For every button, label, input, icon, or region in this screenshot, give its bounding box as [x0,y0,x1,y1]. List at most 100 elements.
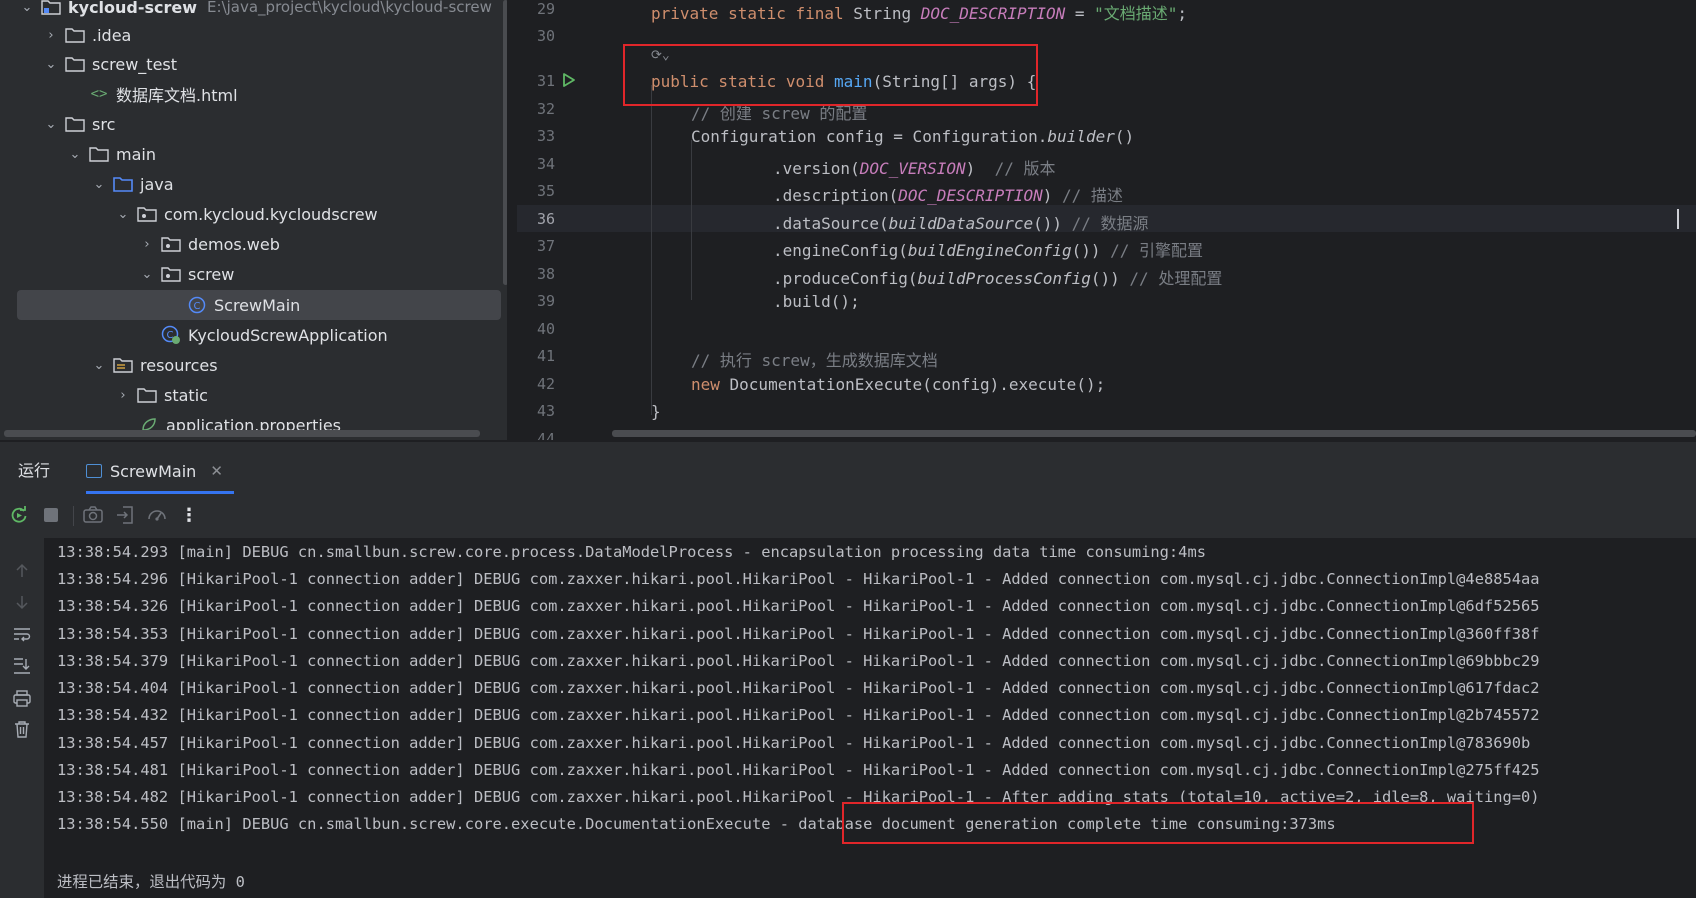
tree-item-static[interactable]: › static [0,380,500,410]
tree-item-label: 数据库文档.html [116,86,238,105]
code-string: "文档描述" [1094,4,1178,23]
chevron-right-icon[interactable]: › [42,28,60,43]
chevron-right-icon[interactable]: › [114,388,132,403]
editor-horizontal-scrollbar[interactable] [612,430,1696,437]
code-text: Configuration config = Configuration. [691,127,1048,146]
close-icon[interactable]: ✕ [210,462,223,480]
line-number: 37 [536,237,555,255]
tree-item-label: screw [188,264,235,284]
code-comment: // 描述 [1062,186,1123,205]
code-line-37: .engineConfig(buildEngineConfig()) // 引擎… [773,237,1203,261]
source-folder-icon [112,175,134,193]
line-number: 31 [536,72,555,90]
stop-icon[interactable] [40,504,62,526]
soft-wrap-icon[interactable] [11,623,33,645]
tree-vertical-scrollbar[interactable] [503,0,507,285]
tree-item-kycloud-screw[interactable]: ⌄ kycloud-screw E:\java_project\kycloud\… [0,0,500,22]
project-tool-window: ⌄ kycloud-screw E:\java_project\kycloud\… [0,0,507,440]
tree-item-label: kycloud-screw [68,0,198,17]
tree-item-resources[interactable]: ⌄ resources [0,350,500,380]
folder-icon [64,26,86,44]
tree-item-label: .idea [92,25,132,45]
code-line-36: .dataSource(buildDataSource()) // 数据源 [773,210,1149,234]
class-icon: C [186,296,208,314]
code-line-41: // 执行 screw，生成数据库文档 [691,347,938,371]
log-line: 13:38:54.326 [HikariPool-1 connection ad… [57,597,1540,615]
spring-class-icon: C [160,325,182,344]
package-icon [160,235,182,253]
exit-icon[interactable] [114,504,136,526]
code-text: } [651,402,661,421]
chevron-down-icon[interactable]: ⌄ [42,57,60,72]
chevron-down-icon[interactable]: ⌄ [114,207,132,222]
chevron-down-icon[interactable]: ⌄ [18,0,36,15]
print-icon[interactable] [11,687,33,709]
screenshot-icon[interactable] [82,504,104,526]
profiler-icon[interactable] [146,504,168,526]
tree-item-demos-web[interactable]: › demos.web [0,229,500,259]
log-line: 13:38:54.432 [HikariPool-1 connection ad… [57,706,1540,724]
tree-item-html-file[interactable]: <> 数据库文档.html [0,79,500,109]
code-comment: // 处理配置 [1129,269,1223,288]
chevron-down-icon[interactable]: ⌄ [90,358,108,373]
tree-horizontal-scrollbar[interactable] [4,430,480,437]
chevron-right-icon[interactable]: › [138,237,156,252]
code-text: .produceConfig( [773,269,918,288]
line-number: 40 [536,320,555,338]
tree-item-java[interactable]: ⌄ java [0,169,500,199]
console-output[interactable]: 13:38:54.293 [main] DEBUG cn.smallbun.sc… [44,538,1696,898]
tree-item-path-hint: E:\java_project\kycloud\kycloud-screw [207,0,492,16]
code-constant: DOC_VERSION [859,159,966,178]
tree-item-label: demos.web [188,234,280,254]
tree-item-src[interactable]: ⌄ src [0,109,500,139]
code-comment: // 数据源 [1071,214,1149,233]
tree-item-label: java [140,174,174,194]
code-type: String [843,4,921,23]
log-line: 13:38:54.296 [HikariPool-1 connection ad… [57,570,1540,588]
chevron-down-icon[interactable]: ⌄ [66,147,84,162]
code-line-34: .version(DOC_VERSION) // 版本 [773,155,1055,179]
line-number: 30 [536,27,555,45]
log-line: 13:38:54.353 [HikariPool-1 connection ad… [57,625,1540,643]
tree-item-package-root[interactable]: ⌄ com.kycloud.kycloudscrew [0,199,500,229]
tree-item-idea[interactable]: › .idea [0,20,500,50]
code-text: .dataSource( [773,214,889,233]
code-line-35: .description(DOC_DESCRIPTION) // 描述 [773,182,1123,206]
log-line: 13:38:54.481 [HikariPool-1 connection ad… [57,761,1540,779]
code-comment: // 创建 screw 的配置 [691,104,868,123]
tree-item-screw-test[interactable]: ⌄ screw_test [0,49,500,79]
tree-item-main[interactable]: ⌄ main [0,139,500,169]
clear-icon[interactable] [11,718,33,740]
code-line-43: } [651,402,661,421]
scroll-to-end-icon[interactable] [11,655,33,677]
line-number: 32 [536,100,555,118]
code-line-42: new DocumentationExecute(config).execute… [691,375,1105,394]
line-number: 29 [536,0,555,18]
tree-item-screwmain[interactable]: C ScrewMain [17,290,501,320]
tree-item-label: resources [140,355,218,375]
chevron-down-icon[interactable]: ⌄ [138,267,156,282]
line-number: 38 [536,265,555,283]
svg-text:C: C [194,301,201,312]
tree-item-label: main [116,144,156,164]
tab-label: ScrewMain [110,461,197,481]
code-text: .engineConfig( [773,241,908,260]
rerun-icon[interactable] [8,504,30,526]
scroll-up-icon[interactable] [11,560,33,582]
chevron-down-icon[interactable]: ⌄ [42,117,60,132]
code-method-call: buildEngineConfig [907,241,1072,260]
folder-icon [136,386,158,404]
code-keyword: new [691,375,730,394]
tree-item-screw[interactable]: ⌄ screw [0,259,500,289]
scroll-down-icon[interactable] [11,591,33,613]
run-main-gutter-icon[interactable] [561,72,577,88]
tree-item-application-class[interactable]: C KycloudScrewApplication [0,320,500,350]
annotation-highlight-box [842,802,1474,844]
package-icon [136,205,158,223]
more-icon[interactable]: ⋮ [178,504,200,526]
toolbar-separator [73,506,74,526]
tab-screwmain[interactable]: ScrewMain ✕ [86,448,234,494]
code-editor[interactable]: 29 30 31 32 33 34 35 36 37 38 39 40 41 4… [517,0,1696,440]
code-punct: ) [965,159,995,178]
chevron-down-icon[interactable]: ⌄ [90,177,108,192]
